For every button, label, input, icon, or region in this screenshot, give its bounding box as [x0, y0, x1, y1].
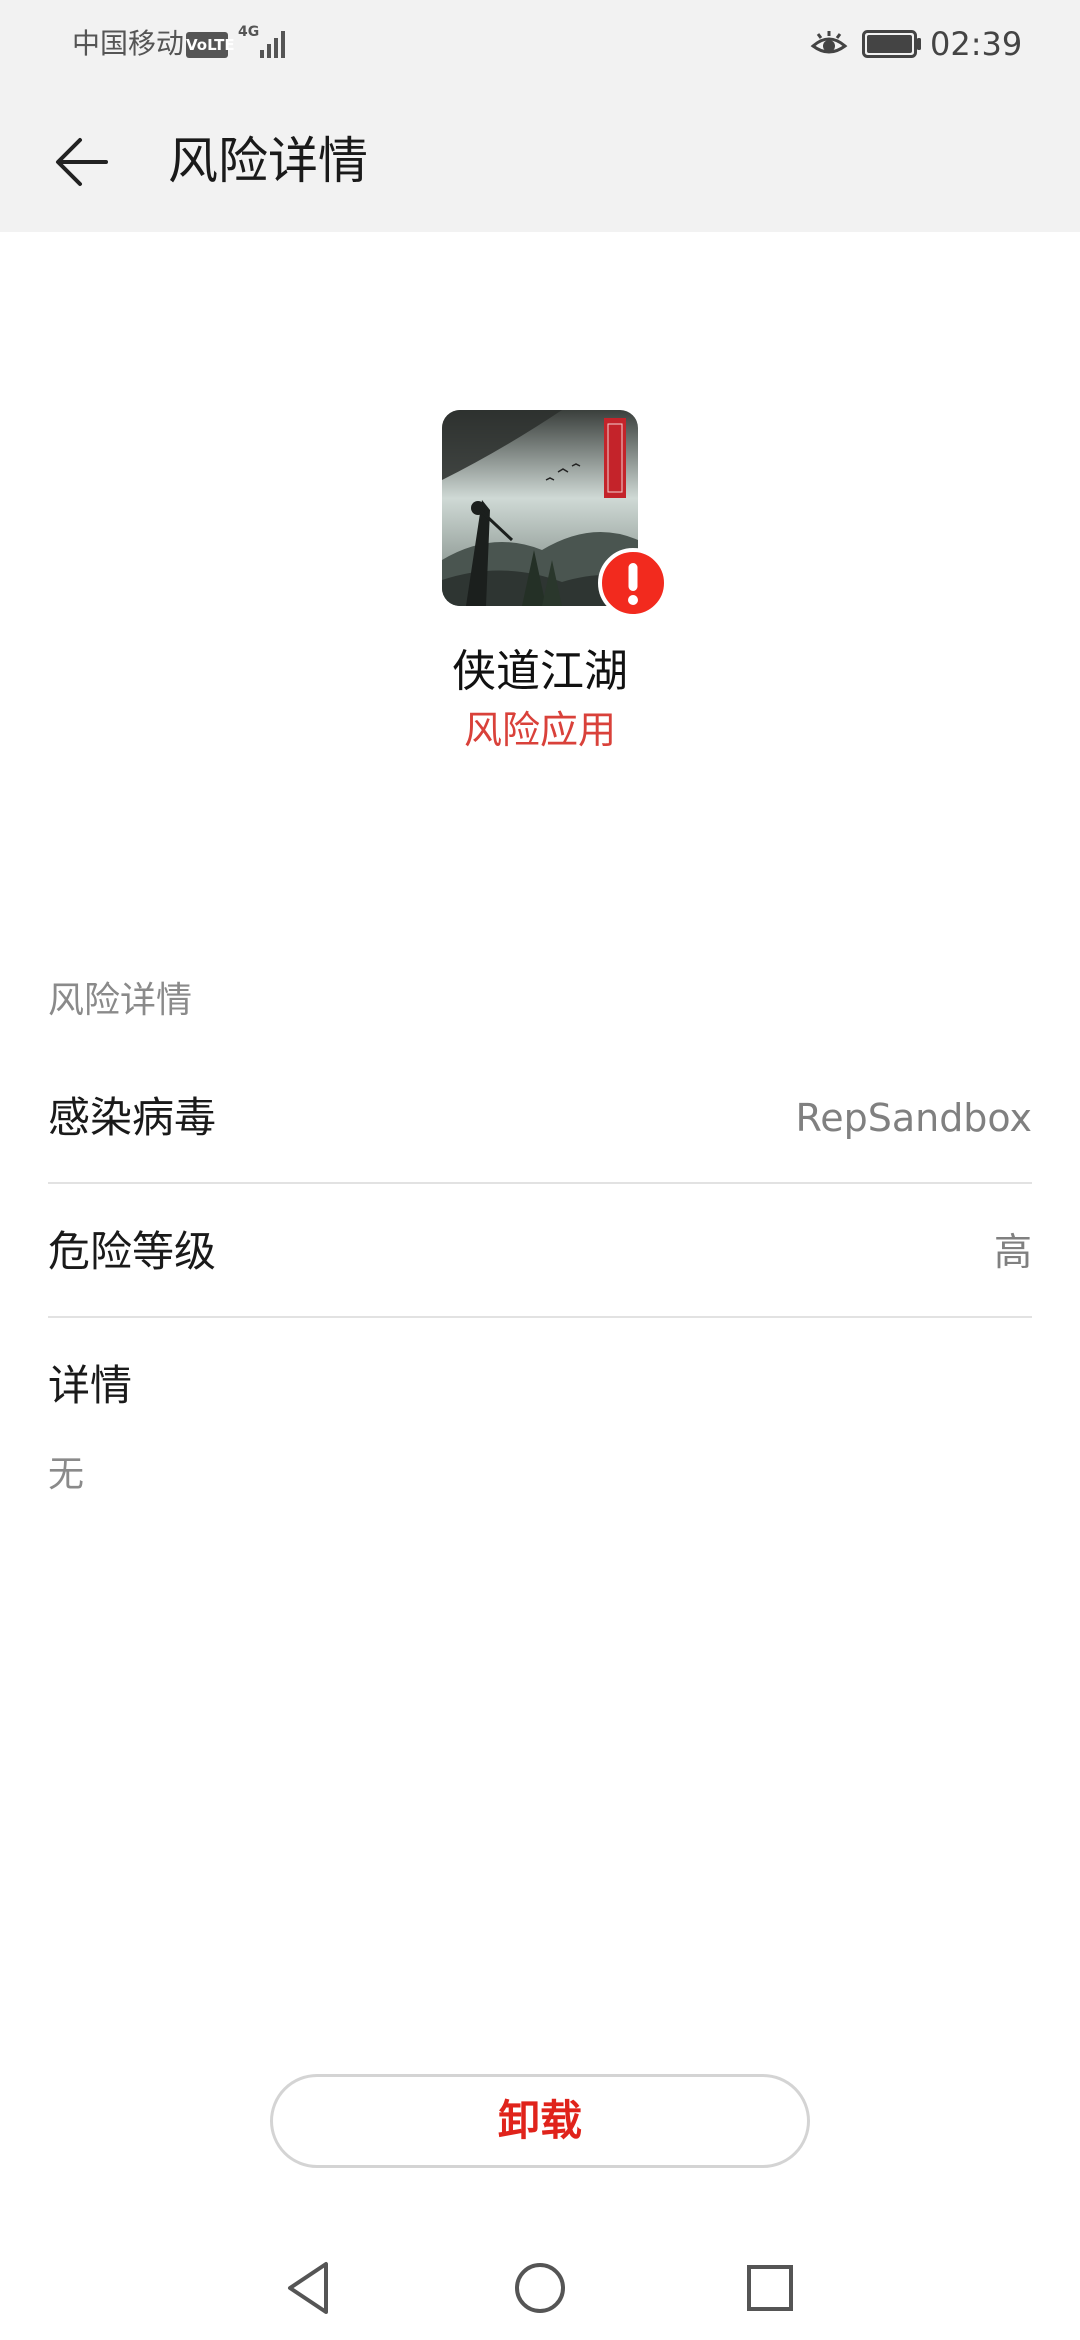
- battery-icon: [862, 30, 922, 58]
- app-name: 侠道江湖: [452, 646, 628, 697]
- navigation-bar: [0, 2230, 1080, 2340]
- back-triangle-icon[interactable]: [270, 2248, 350, 2328]
- status-time: 02:39: [930, 25, 1023, 63]
- status-bar: 中国移动 VoLTE 4G 02:39: [0, 0, 1080, 88]
- home-circle-icon[interactable]: [500, 2248, 580, 2328]
- app-risk-status: 风险应用: [463, 708, 616, 752]
- row-value: 高: [993, 1230, 1032, 1274]
- arrow-left-icon: [56, 138, 108, 186]
- row-value: RepSandbox: [795, 1096, 1033, 1140]
- title-bar: 风险详情: [0, 88, 1080, 232]
- volte-badge: VoLTE: [186, 32, 235, 58]
- recents-square-icon[interactable]: [730, 2248, 810, 2328]
- uninstall-button[interactable]: 卸载: [270, 2074, 810, 2168]
- back-button[interactable]: [40, 120, 124, 204]
- detail-row-risk-level: 危险等级 高: [48, 1184, 1032, 1318]
- details-label: 详情: [48, 1361, 133, 1410]
- signal-icon: [252, 28, 292, 60]
- details-value: 无: [48, 1454, 85, 1495]
- row-label: 危险等级: [48, 1227, 217, 1276]
- page-title: 风险详情: [168, 132, 368, 190]
- section-header: 风险详情: [48, 980, 193, 1021]
- exclamation-icon: [598, 548, 668, 618]
- row-label: 感染病毒: [48, 1093, 217, 1142]
- row-divider: [48, 1316, 1032, 1318]
- carrier-name: 中国移动: [72, 27, 185, 60]
- eye-icon: [810, 28, 848, 62]
- detail-row-virus: 感染病毒 RepSandbox: [48, 1050, 1032, 1184]
- risk-details-screen: 中国移动 VoLTE 4G 02:39 风险详情 侠道江湖 风险应用 风险详情 …: [0, 0, 1080, 2340]
